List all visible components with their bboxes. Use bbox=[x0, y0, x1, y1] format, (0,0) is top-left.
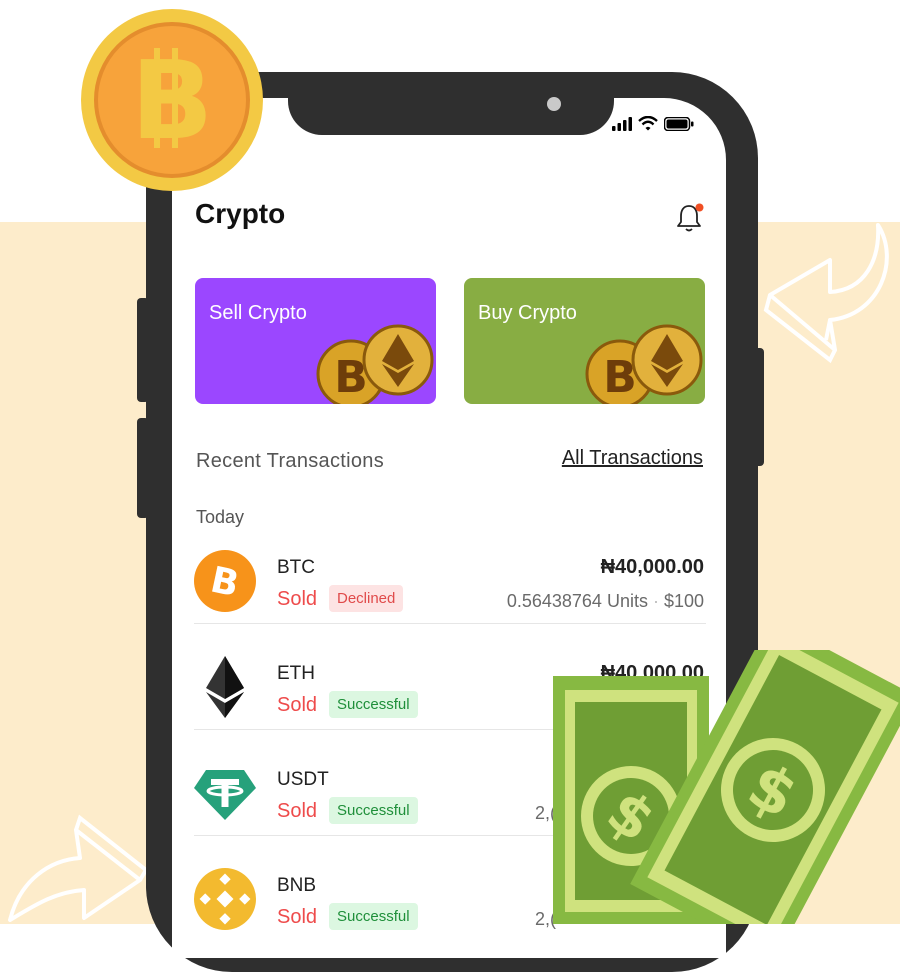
transaction-action: Sold bbox=[277, 906, 318, 928]
coin-symbol: USDT bbox=[277, 769, 329, 790]
status-badge: Declined bbox=[329, 585, 404, 612]
phone-notch bbox=[288, 72, 614, 135]
transaction-action: Sold bbox=[277, 694, 318, 716]
coin-symbol: BNB bbox=[277, 875, 317, 896]
transaction-row[interactable]: B BTC Sold Declined ₦40,000.00 0.5643876… bbox=[194, 542, 706, 648]
transaction-action: Sold bbox=[277, 800, 318, 822]
camera-dot bbox=[547, 97, 561, 111]
date-group-label: Today bbox=[196, 507, 245, 527]
buy-crypto-card[interactable]: Buy Crypto B bbox=[464, 278, 705, 404]
transaction-amount: ₦40,000.00 bbox=[600, 556, 704, 578]
row-divider bbox=[194, 623, 706, 624]
btc-coin-icon: B bbox=[194, 550, 256, 612]
wifi-icon bbox=[638, 116, 658, 131]
sell-crypto-card[interactable]: Sell Crypto B bbox=[195, 278, 436, 404]
transaction-action: Sold bbox=[277, 588, 318, 610]
signal-icon bbox=[612, 116, 632, 131]
status-badge: Successful bbox=[329, 797, 418, 824]
separator-dot: · bbox=[647, 591, 664, 611]
recent-transactions-heading: Recent Transactions bbox=[196, 450, 385, 472]
coin-symbol: BTC bbox=[277, 557, 315, 578]
cash-bills-illustration: $ $ bbox=[553, 650, 900, 924]
bnb-coin-icon bbox=[194, 868, 256, 930]
status-badge: Successful bbox=[329, 903, 418, 930]
status-badge: Successful bbox=[329, 691, 418, 718]
sell-crypto-label: Sell Crypto bbox=[209, 302, 307, 324]
usdt-coin-icon bbox=[194, 770, 256, 820]
transaction-usd: $100 bbox=[663, 591, 704, 611]
battery-icon bbox=[664, 116, 694, 131]
coin-symbol: ETH bbox=[277, 663, 315, 684]
curved-arrow-right-decoration bbox=[763, 223, 889, 364]
crypto-coins-icon: B bbox=[585, 324, 703, 404]
buy-crypto-label: Buy Crypto bbox=[478, 302, 577, 324]
bitcoin-coin-illustration: B bbox=[81, 9, 263, 191]
transaction-units: 0.56438764 Units bbox=[506, 591, 648, 611]
notification-bell-icon[interactable] bbox=[676, 203, 704, 233]
curved-arrow-left-decoration bbox=[8, 814, 149, 922]
status-bar bbox=[612, 116, 694, 131]
eth-coin-icon bbox=[206, 656, 244, 718]
crypto-coins-icon: B bbox=[316, 324, 434, 404]
all-transactions-link[interactable]: All Transactions bbox=[562, 447, 703, 470]
transaction-meta: 0.56438764 Units · $100 bbox=[507, 591, 704, 612]
page-title: Crypto bbox=[195, 198, 286, 229]
